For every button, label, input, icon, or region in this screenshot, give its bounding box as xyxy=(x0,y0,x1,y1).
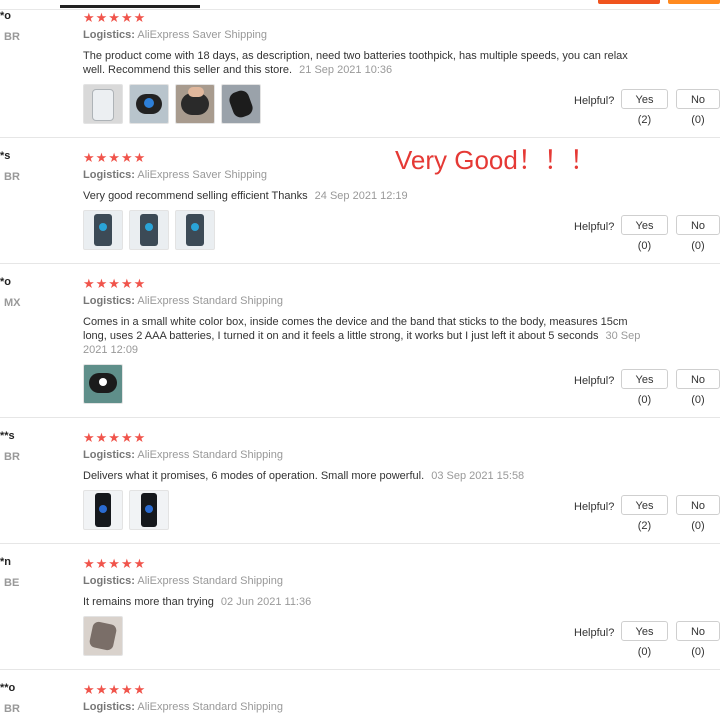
helpful-label: Helpful? xyxy=(574,627,615,639)
helpful-label: Helpful? xyxy=(574,375,615,387)
helpful-no-button[interactable]: No (0) xyxy=(676,89,720,126)
shipping-method: AliExpress Standard Shipping xyxy=(137,575,283,587)
reviewer-country: BR xyxy=(4,31,20,43)
logistics-label: Logistics: xyxy=(83,449,135,461)
review-item: *o MX ★★★★★ Logistics: AliExpress Standa… xyxy=(0,264,720,418)
logistics-label: Logistics: xyxy=(83,701,135,713)
review-photo[interactable] xyxy=(129,210,169,250)
review-date: 02 Jun 2021 11:36 xyxy=(220,596,312,608)
review-text: Delivers what it promises, 6 modes of op… xyxy=(83,469,643,483)
review-text: Very good recommend selling efficient Th… xyxy=(83,189,643,203)
review-photo[interactable] xyxy=(129,84,169,124)
reviewer-name: *s xyxy=(0,150,11,162)
helpful-no-button[interactable]: No (0) xyxy=(676,495,720,532)
helpful-yes-button[interactable]: Yes (0) xyxy=(621,215,668,252)
helpful-no-button[interactable]: No (0) xyxy=(676,215,720,252)
shipping-method: AliExpress Standard Shipping xyxy=(137,295,283,307)
star-rating: ★★★★★ xyxy=(83,556,147,571)
reviewer-country: BR xyxy=(4,703,20,715)
logistics-label: Logistics: xyxy=(83,169,135,181)
reviewer-name: **s xyxy=(0,430,15,442)
helpful-no-button[interactable]: No (0) xyxy=(676,621,720,658)
review-photo[interactable] xyxy=(83,84,123,124)
helpful-yes-button[interactable]: Yes (0) xyxy=(621,621,668,658)
review-photo[interactable] xyxy=(221,84,261,124)
review-date: 03 Sep 2021 15:58 xyxy=(431,470,525,482)
review-photo[interactable] xyxy=(83,490,123,530)
review-item: *o BR ★★★★★ Logistics: AliExpress Saver … xyxy=(0,0,720,138)
logistics-label: Logistics: xyxy=(83,295,135,307)
reviewer-country: MX xyxy=(4,297,21,309)
reviewer-country: BR xyxy=(4,171,20,183)
review-photo[interactable] xyxy=(83,210,123,250)
helpful-label: Helpful? xyxy=(574,95,615,107)
shipping-method: AliExpress Saver Shipping xyxy=(137,29,268,41)
review-text: The product come with 18 days, as descri… xyxy=(83,49,643,77)
review-body: Comes in a small white color box, inside… xyxy=(83,316,628,342)
star-rating: ★★★★★ xyxy=(83,10,147,25)
review-photo[interactable] xyxy=(175,84,215,124)
review-text: It remains more than trying 02 Jun 2021 … xyxy=(83,595,643,609)
reviewer-name: **o xyxy=(0,682,16,694)
review-item: *n BE ★★★★★ Logistics: AliExpress Standa… xyxy=(0,544,720,670)
logistics-label: Logistics: xyxy=(83,29,135,41)
review-photos xyxy=(83,490,169,530)
helpful-label: Helpful? xyxy=(574,221,615,233)
helpful-yes-button[interactable]: Yes (2) xyxy=(621,495,668,532)
review-item: *s BR ★★★★★ Logistics: AliExpress Saver … xyxy=(0,138,720,264)
helpful-label: Helpful? xyxy=(574,501,615,513)
review-text: Comes in a small white color box, inside… xyxy=(83,315,643,357)
review-item: **s BR ★★★★★ Logistics: AliExpress Stand… xyxy=(0,418,720,544)
logistics-label: Logistics: xyxy=(83,575,135,587)
reviewer-name: *n xyxy=(0,556,11,568)
review-photo[interactable] xyxy=(83,364,123,404)
review-photo[interactable] xyxy=(129,490,169,530)
review-photos xyxy=(83,616,123,656)
star-rating: ★★★★★ xyxy=(83,682,147,697)
review-photos xyxy=(83,84,261,124)
star-rating: ★★★★★ xyxy=(83,276,147,291)
reviewer-country: BR xyxy=(4,451,20,463)
review-date: 24 Sep 2021 12:19 xyxy=(314,190,408,202)
review-photo[interactable] xyxy=(83,616,123,656)
logistics-info: Logistics: AliExpress Standard Shipping xyxy=(83,575,283,587)
reviewer-name: *o xyxy=(0,10,11,22)
review-date: 21 Sep 2021 10:36 xyxy=(299,64,393,76)
logistics-info: Logistics: AliExpress Saver Shipping xyxy=(83,169,267,181)
review-body: Delivers what it promises, 6 modes of op… xyxy=(83,470,425,482)
logistics-info: Logistics: AliExpress Standard Shipping xyxy=(83,449,283,461)
shipping-method: AliExpress Saver Shipping xyxy=(137,169,268,181)
reviewer-name: *o xyxy=(0,276,11,288)
helpful-yes-button[interactable]: Yes (2) xyxy=(621,89,668,126)
reviewer-country: BE xyxy=(4,577,20,589)
review-photo[interactable] xyxy=(175,210,215,250)
shipping-method: AliExpress Standard Shipping xyxy=(137,701,283,713)
logistics-info: Logistics: AliExpress Saver Shipping xyxy=(83,29,267,41)
star-rating: ★★★★★ xyxy=(83,430,147,445)
helpful-yes-button[interactable]: Yes (0) xyxy=(621,369,668,406)
star-rating: ★★★★★ xyxy=(83,150,147,165)
review-body: Very good recommend selling efficient Th… xyxy=(83,190,308,202)
helpful-no-button[interactable]: No (0) xyxy=(676,369,720,406)
shipping-method: AliExpress Standard Shipping xyxy=(137,449,283,461)
review-body: It remains more than trying xyxy=(83,596,214,608)
very-good-annotation: Very Good！！！ xyxy=(395,145,596,175)
logistics-info: Logistics: AliExpress Standard Shipping xyxy=(83,701,283,713)
logistics-info: Logistics: AliExpress Standard Shipping xyxy=(83,295,283,307)
review-photos xyxy=(83,210,215,250)
review-photos xyxy=(83,364,123,404)
review-item: **o BR ★★★★★ Logistics: AliExpress Stand… xyxy=(0,670,720,720)
